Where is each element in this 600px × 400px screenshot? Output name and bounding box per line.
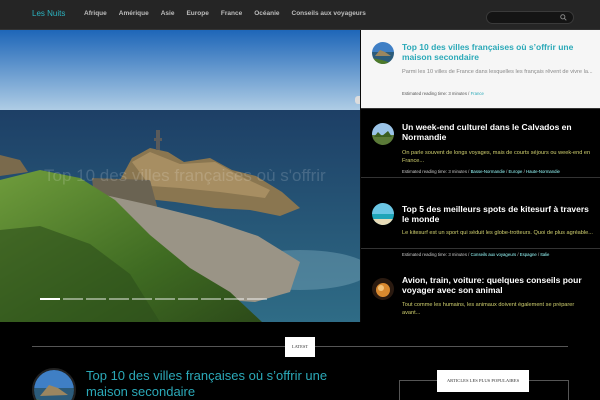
article-card[interactable]: Top 10 des villes françaises où s’offrir…	[361, 30, 600, 109]
search-input[interactable]	[493, 13, 559, 23]
search-box	[486, 11, 574, 24]
article-thumbnail[interactable]	[372, 42, 394, 64]
section-divider	[32, 346, 285, 347]
slider-dot[interactable]	[224, 298, 244, 300]
article-excerpt: Le kitesurf est un sport qui séduit les …	[402, 230, 593, 236]
article-thumbnail[interactable]	[372, 203, 394, 225]
article-card[interactable]: Top 5 des meilleurs spots de kitesurf à …	[361, 179, 600, 257]
category-link[interactable]: Espagne	[520, 252, 537, 257]
article-excerpt: On parle souvent de longs voyages, mais …	[402, 150, 591, 165]
pet-travel-thumb-image	[372, 278, 394, 300]
nav-item-amerique[interactable]: Amérique	[119, 10, 149, 17]
slider-dot[interactable]	[155, 298, 175, 300]
latest-label: LATEST	[285, 337, 315, 357]
article-title[interactable]: Avion, train, voiture: quelques conseils…	[402, 275, 594, 296]
slider-dot[interactable]	[86, 298, 106, 300]
slider-next-arrow[interactable]	[355, 96, 360, 104]
article-excerpt: Tout comme les humains, les animaux doiv…	[402, 302, 575, 317]
main-nav: Afrique Amérique Asie Europe France Océa…	[84, 10, 366, 17]
article-title[interactable]: Top 10 des villes françaises où s’offrir…	[402, 42, 594, 63]
nav-item-oceanie[interactable]: Océanie	[254, 10, 279, 17]
site-logo[interactable]: Les Nuits	[32, 9, 65, 18]
latest-section: LATEST Top 10 des villes françaises où s…	[0, 322, 600, 400]
hero-caption[interactable]: Top 10 des villes françaises où s'offrir	[44, 166, 334, 186]
latest-thumb-image	[34, 370, 74, 400]
slider-dot[interactable]	[247, 298, 267, 300]
slider-dot[interactable]	[109, 298, 129, 300]
reading-time: Estimated reading time: 3 minutes	[402, 252, 467, 257]
latest-article-thumbnail[interactable]	[32, 368, 76, 400]
featured-articles: Top 10 des villes françaises où s’offrir…	[361, 30, 600, 322]
slider-dot[interactable]	[132, 298, 152, 300]
article-card[interactable]: Un week-end culturel dans le Calvados en…	[361, 110, 600, 178]
latest-article-title[interactable]: Top 10 des villes françaises où s’offrir…	[86, 368, 366, 400]
category-link[interactable]: Italie	[540, 252, 549, 257]
slider-dot[interactable]	[63, 298, 83, 300]
nav-item-afrique[interactable]: Afrique	[84, 10, 107, 17]
search-icon[interactable]	[560, 14, 567, 21]
category-link[interactable]: Europe	[509, 169, 523, 174]
article-card[interactable]: Avion, train, voiture: quelques conseils…	[361, 268, 600, 322]
article-excerpt: Parmi les 10 villes de France dans lesqu…	[402, 69, 593, 75]
header-bar: Les Nuits Afrique Amérique Asie Europe F…	[0, 0, 600, 30]
slider-dot[interactable]	[201, 298, 221, 300]
slider-dot[interactable]	[40, 298, 60, 300]
article-thumbnail[interactable]	[372, 123, 394, 145]
slider-dot[interactable]	[178, 298, 198, 300]
nav-item-europe[interactable]: Europe	[186, 10, 208, 17]
popular-articles-label: ARTICLES LES PLUS POPULAIRES	[437, 370, 529, 392]
category-link[interactable]: Conseils aux voyageurs	[471, 252, 517, 257]
article-title[interactable]: Un week-end culturel dans le Calvados en…	[402, 122, 594, 143]
nav-item-conseils[interactable]: Conseils aux voyageurs	[292, 10, 366, 17]
reading-time: Estimated reading time: 3 minutes	[402, 169, 467, 174]
page: Les Nuits Afrique Amérique Asie Europe F…	[0, 0, 600, 400]
slider-dots	[40, 298, 267, 300]
nav-item-asie[interactable]: Asie	[161, 10, 175, 17]
kitesurf-thumb-image	[372, 203, 394, 225]
reading-time: Estimated reading time: 3 minutes	[402, 91, 467, 96]
category-link[interactable]: Haute-Normandie	[526, 169, 560, 174]
hero-slider[interactable]: Top 10 des villes françaises où s'offrir	[0, 30, 360, 322]
section-divider	[315, 346, 568, 347]
article-meta: Estimated reading time: 3 minutes / Cons…	[402, 252, 597, 257]
category-link[interactable]: France	[471, 91, 484, 96]
calvados-thumb-image	[372, 123, 394, 145]
article-meta: Estimated reading time: 3 minutes / Bass…	[402, 169, 597, 174]
biarritz-thumb-image	[372, 42, 394, 64]
category-link[interactable]: Basse-Normandie	[471, 169, 505, 174]
nav-item-france[interactable]: France	[221, 10, 242, 17]
article-meta: Estimated reading time: 3 minutes / Fran…	[402, 91, 597, 96]
article-title[interactable]: Top 5 des meilleurs spots de kitesurf à …	[402, 204, 594, 225]
article-thumbnail[interactable]	[372, 278, 394, 300]
